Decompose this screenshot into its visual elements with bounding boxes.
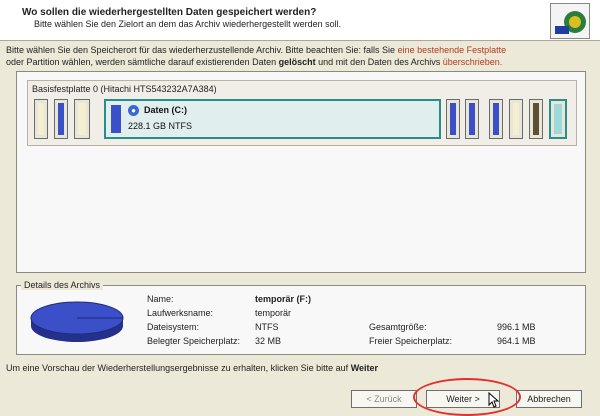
used-space-label: Belegter Speicherplatz:: [147, 336, 241, 346]
partition-block[interactable]: [74, 99, 90, 139]
filesystem-value: NTFS: [255, 322, 279, 332]
instruction-text: Bitte wählen Sie den Speicherort für das…: [6, 45, 507, 67]
partition-name: Daten (C:): [144, 105, 187, 115]
mouse-cursor-icon: [488, 392, 500, 408]
total-size-label: Gesamtgröße:: [369, 322, 427, 332]
total-size-value: 996.1 MB: [497, 322, 536, 332]
details-legend: Details des Archivs: [21, 280, 104, 290]
app-logo-icon: [550, 3, 590, 39]
drive-name-label: Laufwerksname:: [147, 308, 214, 318]
partition-block[interactable]: [34, 99, 48, 139]
used-space-value: 32 MB: [255, 336, 282, 346]
filesystem-label: Dateisystem:: [147, 322, 200, 332]
back-button[interactable]: < Zurück: [351, 390, 417, 408]
partition-color-block: [111, 105, 121, 133]
cancel-button[interactable]: Abbrechen: [516, 390, 582, 408]
free-space-value: 964.1 MB: [497, 336, 536, 346]
partition-block[interactable]: [529, 99, 543, 139]
partition-block[interactable]: [465, 99, 479, 139]
wizard-header: Wo sollen die wiederhergestellten Daten …: [0, 0, 600, 41]
partition-block[interactable]: [549, 99, 567, 139]
disk-label: Basisfestplatte 0 (Hitachi HTS543232A7A3…: [32, 84, 217, 94]
partition-block[interactable]: [489, 99, 503, 139]
partition-block[interactable]: [446, 99, 460, 139]
free-space-label: Freier Speicherplatz:: [369, 336, 453, 346]
partition-size: 228.1 GB NTFS: [128, 121, 193, 131]
page-title: Wo sollen die wiederhergestellten Daten …: [22, 7, 317, 18]
name-value: temporär (F:): [255, 294, 311, 304]
partition-block[interactable]: [509, 99, 523, 139]
drive-name-value: temporär: [255, 308, 292, 318]
disk-usage-pie-icon: [30, 301, 124, 342]
drive-icon: ●: [128, 105, 139, 116]
preview-hint: Um eine Vorschau der Wiederherstellungse…: [6, 363, 379, 373]
disk-row[interactable]: Basisfestplatte 0 (Hitachi HTS543232A7A3…: [27, 80, 577, 146]
name-label: Name:: [147, 294, 174, 304]
partition-daten-c[interactable]: ● Daten (C:) 228.1 GB NTFS: [104, 99, 441, 139]
partition-block[interactable]: [54, 99, 68, 139]
destination-list[interactable]: Basisfestplatte 0 (Hitachi HTS543232A7A3…: [16, 71, 586, 273]
page-subtitle: Bitte wählen Sie den Zielort an dem das …: [34, 19, 342, 29]
archive-details: Details des Archivs Name: temporär (F:) …: [16, 280, 586, 355]
